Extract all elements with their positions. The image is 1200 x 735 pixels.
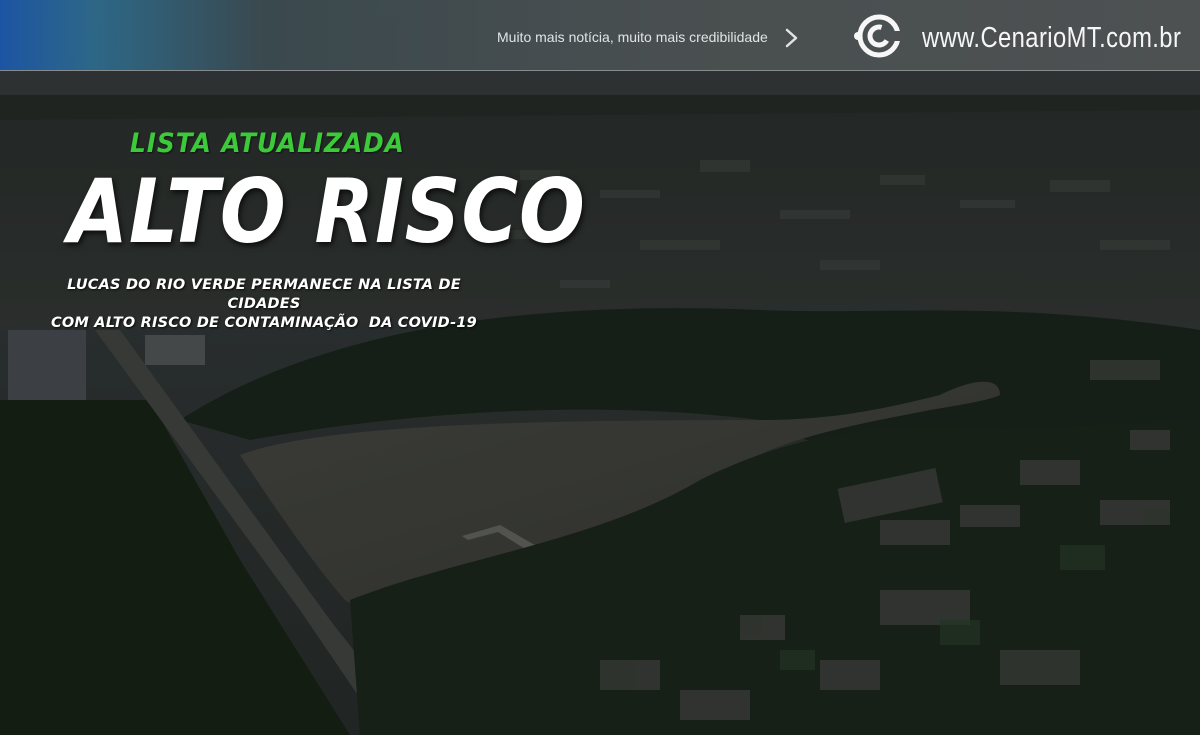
subtitle-line-2: COM ALTO RISCO DE CONTAMINAÇÃO DA COVID-…	[51, 315, 477, 331]
headline-title: ALTO RISCO	[68, 160, 586, 263]
tagline-text: Muito mais notícia, muito mais credibili…	[497, 29, 768, 45]
cenario-c-logo-icon[interactable]	[852, 12, 904, 60]
site-url-link[interactable]: www.CenarioMT.com.br	[922, 22, 1181, 55]
header-bar: Muito mais notícia, muito mais credibili…	[0, 0, 1200, 71]
aerial-city-lake-photo	[0, 0, 1200, 735]
chevron-right-icon[interactable]	[781, 26, 803, 50]
headline-kicker: LISTA ATUALIZADA	[130, 128, 405, 159]
subtitle-line-1: LUCAS DO RIO VERDE PERMANECE NA LISTA DE…	[67, 277, 461, 312]
headline-subtitle: LUCAS DO RIO VERDE PERMANECE NA LISTA DE…	[44, 276, 484, 333]
